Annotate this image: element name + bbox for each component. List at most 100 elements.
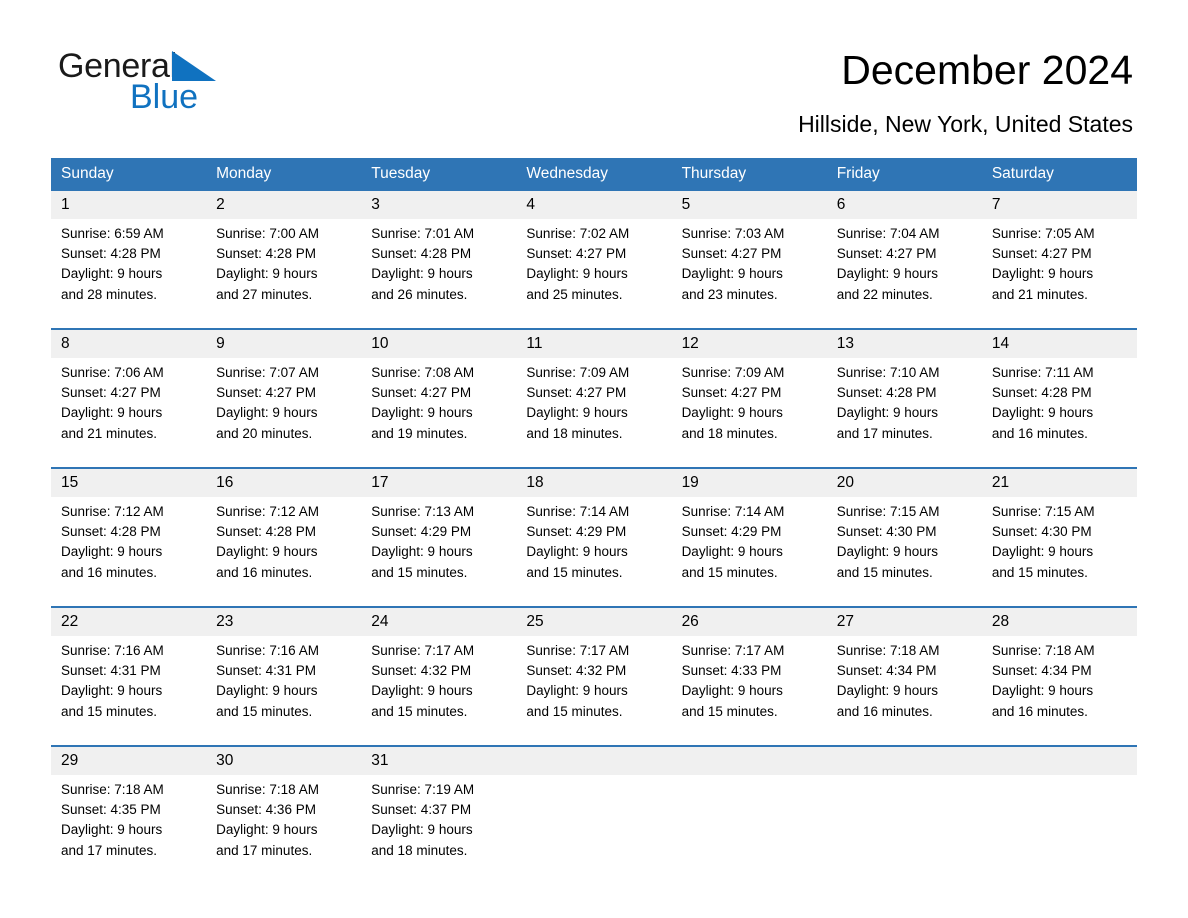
daylight-line-2: and 21 minutes.	[991, 286, 1088, 302]
day-cell: Sunrise: 7:08 AM Sunset: 4:27 PM Dayligh…	[361, 358, 517, 468]
day-number: 7	[981, 191, 1137, 219]
sunrise-line: Sunrise: 7:17 AM	[371, 643, 475, 658]
daylight-line-1: Daylight: 9 hours	[216, 405, 318, 421]
calendar-page: General Blue December 2024 Hillside, New…	[0, 0, 1188, 918]
day-cell: Sunrise: 7:10 AM Sunset: 4:28 PM Dayligh…	[826, 358, 982, 468]
sunset-line: Sunset: 4:34 PM	[836, 663, 937, 679]
daylight-line-1: Daylight: 9 hours	[836, 405, 939, 421]
daylight-line-1: Daylight: 9 hours	[526, 405, 628, 421]
day-cell: Sunrise: 7:14 AM Sunset: 4:29 PM Dayligh…	[671, 497, 827, 607]
weekday-header-sunday: Sunday	[51, 158, 207, 191]
sunrise-line: Sunrise: 7:11 AM	[991, 365, 1094, 380]
sunset-line: Sunset: 4:27 PM	[681, 246, 782, 262]
sunrise-line: Sunrise: 7:18 AM	[216, 782, 319, 797]
sunrise-line: Sunrise: 6:59 AM	[61, 226, 164, 241]
day-cell: Sunrise: 7:06 AM Sunset: 4:27 PM Dayligh…	[51, 358, 207, 468]
daylight-line-1: Daylight: 9 hours	[216, 822, 318, 838]
day-number: 12	[671, 328, 827, 358]
sunrise-line: Sunrise: 7:16 AM	[216, 643, 319, 658]
daylight-line-1: Daylight: 9 hours	[681, 683, 783, 699]
daylight-line-1: Daylight: 9 hours	[371, 405, 473, 421]
page-header: General Blue December 2024 Hillside, New…	[0, 0, 1188, 137]
day-cell: Sunrise: 7:00 AM Sunset: 4:28 PM Dayligh…	[206, 219, 362, 329]
sunrise-line: Sunrise: 7:05 AM	[991, 226, 1095, 241]
daylight-line-1: Daylight: 9 hours	[371, 266, 473, 282]
day-number: 2	[206, 191, 362, 219]
day-number: 23	[206, 606, 362, 636]
sunset-line: Sunset: 4:31 PM	[216, 663, 316, 679]
day-cell: Sunrise: 7:17 AM Sunset: 4:32 PM Dayligh…	[361, 636, 517, 746]
daylight-line-1: Daylight: 9 hours	[216, 683, 318, 699]
daylight-line-2: and 16 minutes.	[991, 703, 1088, 719]
day-cell: Sunrise: 7:19 AM Sunset: 4:37 PM Dayligh…	[361, 775, 517, 884]
day-number: 15	[51, 467, 207, 497]
daylight-line-1: Daylight: 9 hours	[681, 405, 783, 421]
sunrise-line: Sunrise: 7:07 AM	[216, 365, 319, 380]
sunrise-line: Sunrise: 7:09 AM	[681, 365, 785, 380]
sunset-line: Sunset: 4:28 PM	[61, 524, 161, 540]
daylight-line-1: Daylight: 9 hours	[836, 544, 939, 560]
sunset-line: Sunset: 4:34 PM	[991, 663, 1092, 679]
sunrise-line: Sunrise: 7:14 AM	[681, 504, 785, 519]
sunset-line: Sunset: 4:27 PM	[836, 246, 937, 262]
daylight-line-2: and 27 minutes.	[216, 286, 313, 302]
sunset-line: Sunset: 4:28 PM	[991, 385, 1092, 401]
weekday-header-saturday: Saturday	[981, 158, 1137, 191]
daylight-line-2: and 21 minutes.	[61, 425, 158, 441]
page-subtitle: Hillside, New York, United States	[798, 111, 1133, 137]
daylight-line-1: Daylight: 9 hours	[61, 822, 163, 838]
sunset-line: Sunset: 4:28 PM	[216, 524, 316, 540]
daylight-line-1: Daylight: 9 hours	[991, 544, 1094, 560]
sunrise-line: Sunrise: 7:02 AM	[526, 226, 630, 241]
sunset-line: Sunset: 4:28 PM	[61, 246, 161, 262]
day-cell: Sunrise: 7:17 AM Sunset: 4:33 PM Dayligh…	[671, 636, 827, 746]
week-2-info-row: Sunrise: 7:06 AM Sunset: 4:27 PM Dayligh…	[51, 358, 1137, 468]
day-number: 28	[981, 606, 1137, 636]
day-cell: Sunrise: 7:04 AM Sunset: 4:27 PM Dayligh…	[826, 219, 982, 329]
daylight-line-1: Daylight: 9 hours	[216, 544, 318, 560]
daylight-line-1: Daylight: 9 hours	[61, 683, 163, 699]
sunrise-line: Sunrise: 7:08 AM	[371, 365, 475, 380]
day-number-empty	[671, 745, 827, 775]
sunset-line: Sunset: 4:27 PM	[991, 246, 1092, 262]
sunset-line: Sunset: 4:27 PM	[681, 385, 782, 401]
daylight-line-1: Daylight: 9 hours	[61, 405, 163, 421]
sunrise-sunset-calendar: Sunday Monday Tuesday Wednesday Thursday…	[51, 158, 1137, 884]
daylight-line-1: Daylight: 9 hours	[991, 683, 1094, 699]
sunset-line: Sunset: 4:31 PM	[61, 663, 161, 679]
daylight-line-2: and 18 minutes.	[681, 425, 778, 441]
day-cell: Sunrise: 7:12 AM Sunset: 4:28 PM Dayligh…	[51, 497, 207, 607]
daylight-line-2: and 15 minutes.	[371, 564, 468, 580]
daylight-line-2: and 17 minutes.	[836, 425, 933, 441]
weekday-header-friday: Friday	[826, 158, 982, 191]
daylight-line-1: Daylight: 9 hours	[526, 544, 628, 560]
day-cell: Sunrise: 7:18 AM Sunset: 4:34 PM Dayligh…	[826, 636, 982, 746]
daylight-line-2: and 22 minutes.	[836, 286, 933, 302]
daylight-line-1: Daylight: 9 hours	[991, 405, 1094, 421]
daylight-line-2: and 25 minutes.	[526, 286, 623, 302]
daylight-line-1: Daylight: 9 hours	[526, 683, 628, 699]
daylight-line-2: and 18 minutes.	[526, 425, 623, 441]
week-1-info-row: Sunrise: 6:59 AM Sunset: 4:28 PM Dayligh…	[51, 219, 1137, 329]
day-cell: Sunrise: 7:01 AM Sunset: 4:28 PM Dayligh…	[361, 219, 517, 329]
sunset-line: Sunset: 4:28 PM	[216, 246, 316, 262]
day-number: 25	[516, 606, 672, 636]
daylight-line-2: and 15 minutes.	[526, 564, 623, 580]
day-cell: Sunrise: 7:05 AM Sunset: 4:27 PM Dayligh…	[981, 219, 1137, 329]
day-number: 11	[516, 328, 672, 358]
day-cell: Sunrise: 7:09 AM Sunset: 4:27 PM Dayligh…	[671, 358, 827, 468]
weekday-header-wednesday: Wednesday	[516, 158, 672, 191]
day-cell: Sunrise: 7:15 AM Sunset: 4:30 PM Dayligh…	[826, 497, 982, 607]
day-number: 31	[361, 745, 517, 775]
day-cell: Sunrise: 7:15 AM Sunset: 4:30 PM Dayligh…	[981, 497, 1137, 607]
daylight-line-2: and 17 minutes.	[61, 842, 158, 858]
sunset-line: Sunset: 4:27 PM	[371, 385, 472, 401]
day-cell-empty	[981, 775, 1137, 884]
daylight-line-1: Daylight: 9 hours	[371, 544, 473, 560]
sunset-line: Sunset: 4:29 PM	[526, 524, 627, 540]
sunrise-line: Sunrise: 7:00 AM	[216, 226, 319, 241]
sunrise-line: Sunrise: 7:17 AM	[526, 643, 630, 658]
daylight-line-1: Daylight: 9 hours	[216, 266, 318, 282]
day-number: 27	[826, 606, 982, 636]
week-5-info-row: Sunrise: 7:18 AM Sunset: 4:35 PM Dayligh…	[51, 775, 1137, 884]
